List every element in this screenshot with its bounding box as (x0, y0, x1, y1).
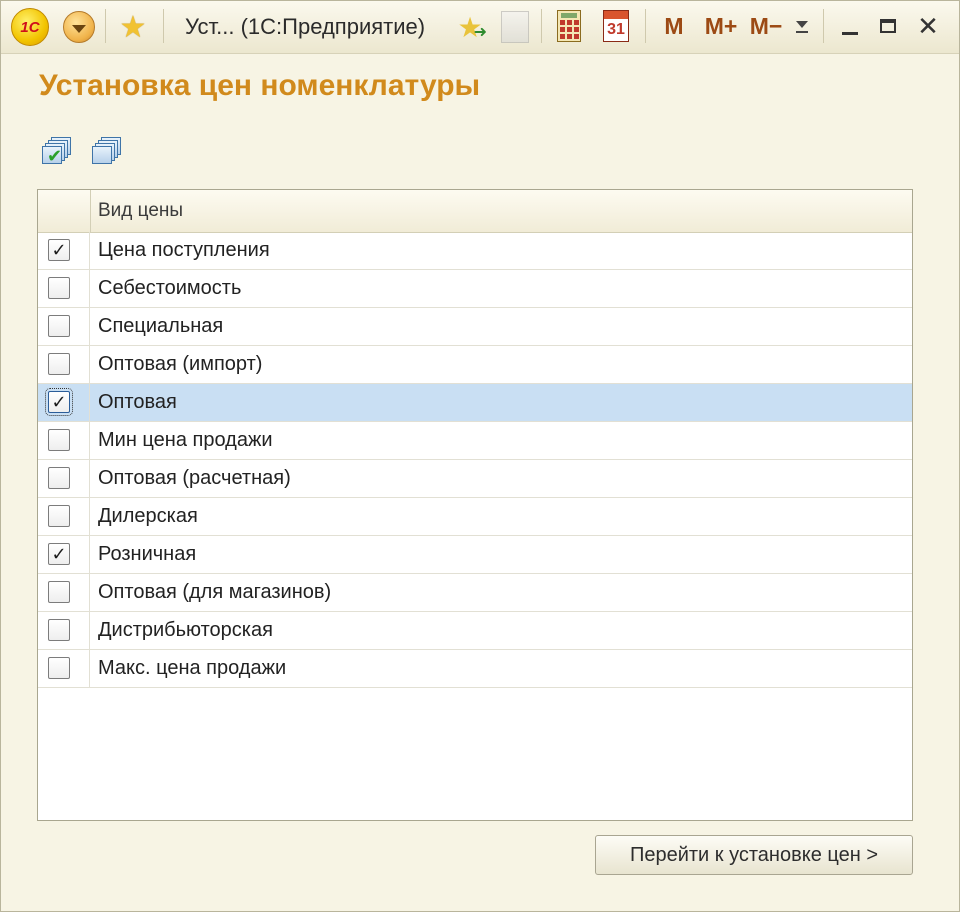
memory-m-button[interactable]: M (661, 11, 687, 41)
table-row[interactable]: Специальная (38, 308, 912, 346)
price-type-name: Оптовая (98, 391, 177, 413)
1c-logo-icon[interactable]: 1С (11, 8, 49, 46)
checkbox-cell: ✓ (38, 384, 90, 421)
price-type-name: Себестоимость (98, 277, 242, 299)
main-menu-icon[interactable] (63, 11, 95, 43)
table-row[interactable]: Дистрибьюторская (38, 612, 912, 650)
checkbox-cell: ✓ (38, 536, 90, 573)
price-type-name: Макс. цена продажи (98, 657, 287, 679)
row-checkbox[interactable] (48, 315, 70, 337)
table-row[interactable]: Оптовая (импорт) (38, 346, 912, 384)
memory-minus-button[interactable]: M− (749, 11, 783, 41)
checkbox-cell (38, 270, 90, 307)
table-row[interactable]: Макс. цена продажи (38, 650, 912, 688)
price-type-name: Оптовая (расчетная) (98, 467, 291, 489)
table-row[interactable]: ✓ Цена поступления (38, 232, 912, 270)
row-checkbox[interactable]: ✓ (48, 543, 70, 565)
table-row[interactable]: ✓ Оптовая (38, 384, 912, 422)
page-title: Установка цен номенклатуры (39, 69, 481, 102)
close-icon[interactable]: ✕ (913, 11, 943, 41)
window-title: Уст... (1С:Предприятие) (185, 14, 426, 39)
price-type-name: Оптовая (импорт) (98, 353, 263, 375)
maximize-icon[interactable] (873, 11, 903, 41)
checkbox-cell (38, 346, 90, 383)
price-type-name: Дистрибьюторская (98, 619, 273, 641)
checkbox-cell (38, 650, 90, 687)
title-bar: 1С ★ Уст... (1С:Предприятие) ★ ➜ 31 M M+ … (1, 1, 959, 54)
uncheck-all-icon[interactable] (91, 135, 125, 169)
row-checkbox[interactable]: ✓ (45, 388, 73, 416)
calculator-icon[interactable] (557, 10, 581, 42)
toolbar-separator (823, 9, 824, 43)
checkbox-cell (38, 460, 90, 497)
chevron-down-icon[interactable] (793, 17, 811, 37)
calendar-icon[interactable]: 31 (603, 10, 629, 42)
row-checkbox[interactable] (48, 353, 70, 375)
favorites-star-icon[interactable]: ★ (117, 11, 149, 44)
row-checkbox[interactable] (48, 619, 70, 641)
price-types-table[interactable]: Вид цены ✓ Цена поступления Себестоимость С… (37, 189, 913, 821)
checkbox-cell (38, 612, 90, 649)
memory-plus-button[interactable]: M+ (701, 11, 741, 41)
table-row[interactable]: ✓ Розничная (38, 536, 912, 574)
table-row[interactable]: Дилерская (38, 498, 912, 536)
add-to-favorites-icon[interactable]: ★ ➜ (453, 11, 487, 43)
app-window: 1С ★ Уст... (1С:Предприятие) ★ ➜ 31 M M+ … (0, 0, 960, 912)
checkbox-cell (38, 422, 90, 459)
price-type-name: Цена поступления (98, 239, 270, 261)
checkbox-cell (38, 574, 90, 611)
check-all-icon[interactable]: ✔ (41, 135, 75, 169)
price-type-name: Специальная (98, 315, 224, 337)
toolbar-separator (105, 9, 106, 43)
price-type-column-header[interactable]: Вид цены (98, 190, 183, 232)
row-checkbox[interactable] (48, 581, 70, 603)
checkbox-cell (38, 498, 90, 535)
checkbox-cell: ✓ (38, 232, 90, 269)
table-row[interactable]: Мин цена продажи (38, 422, 912, 460)
price-type-name: Розничная (98, 543, 197, 565)
document-icon (501, 11, 529, 43)
row-checkbox[interactable] (48, 429, 70, 451)
row-checkbox[interactable] (48, 277, 70, 299)
checkbox-column-header (38, 190, 91, 232)
price-type-name: Дилерская (98, 505, 198, 527)
toolbar-separator (541, 9, 542, 43)
checkbox-cell (38, 308, 90, 345)
go-to-price-setting-button[interactable]: Перейти к установке цен > (595, 835, 913, 875)
toolbar-separator (163, 9, 164, 43)
toolbar-separator (645, 9, 646, 43)
row-checkbox[interactable] (48, 657, 70, 679)
minimize-icon[interactable] (835, 11, 865, 41)
table-row[interactable]: Оптовая (расчетная) (38, 460, 912, 498)
table-row[interactable]: Себестоимость (38, 270, 912, 308)
row-checkbox[interactable] (48, 505, 70, 527)
price-type-name: Оптовая (для магазинов) (98, 581, 332, 603)
table-header: Вид цены (38, 190, 912, 233)
row-checkbox[interactable] (48, 467, 70, 489)
price-type-name: Мин цена продажи (98, 429, 273, 451)
table-row[interactable]: Оптовая (для магазинов) (38, 574, 912, 612)
row-checkbox[interactable]: ✓ (48, 239, 70, 261)
